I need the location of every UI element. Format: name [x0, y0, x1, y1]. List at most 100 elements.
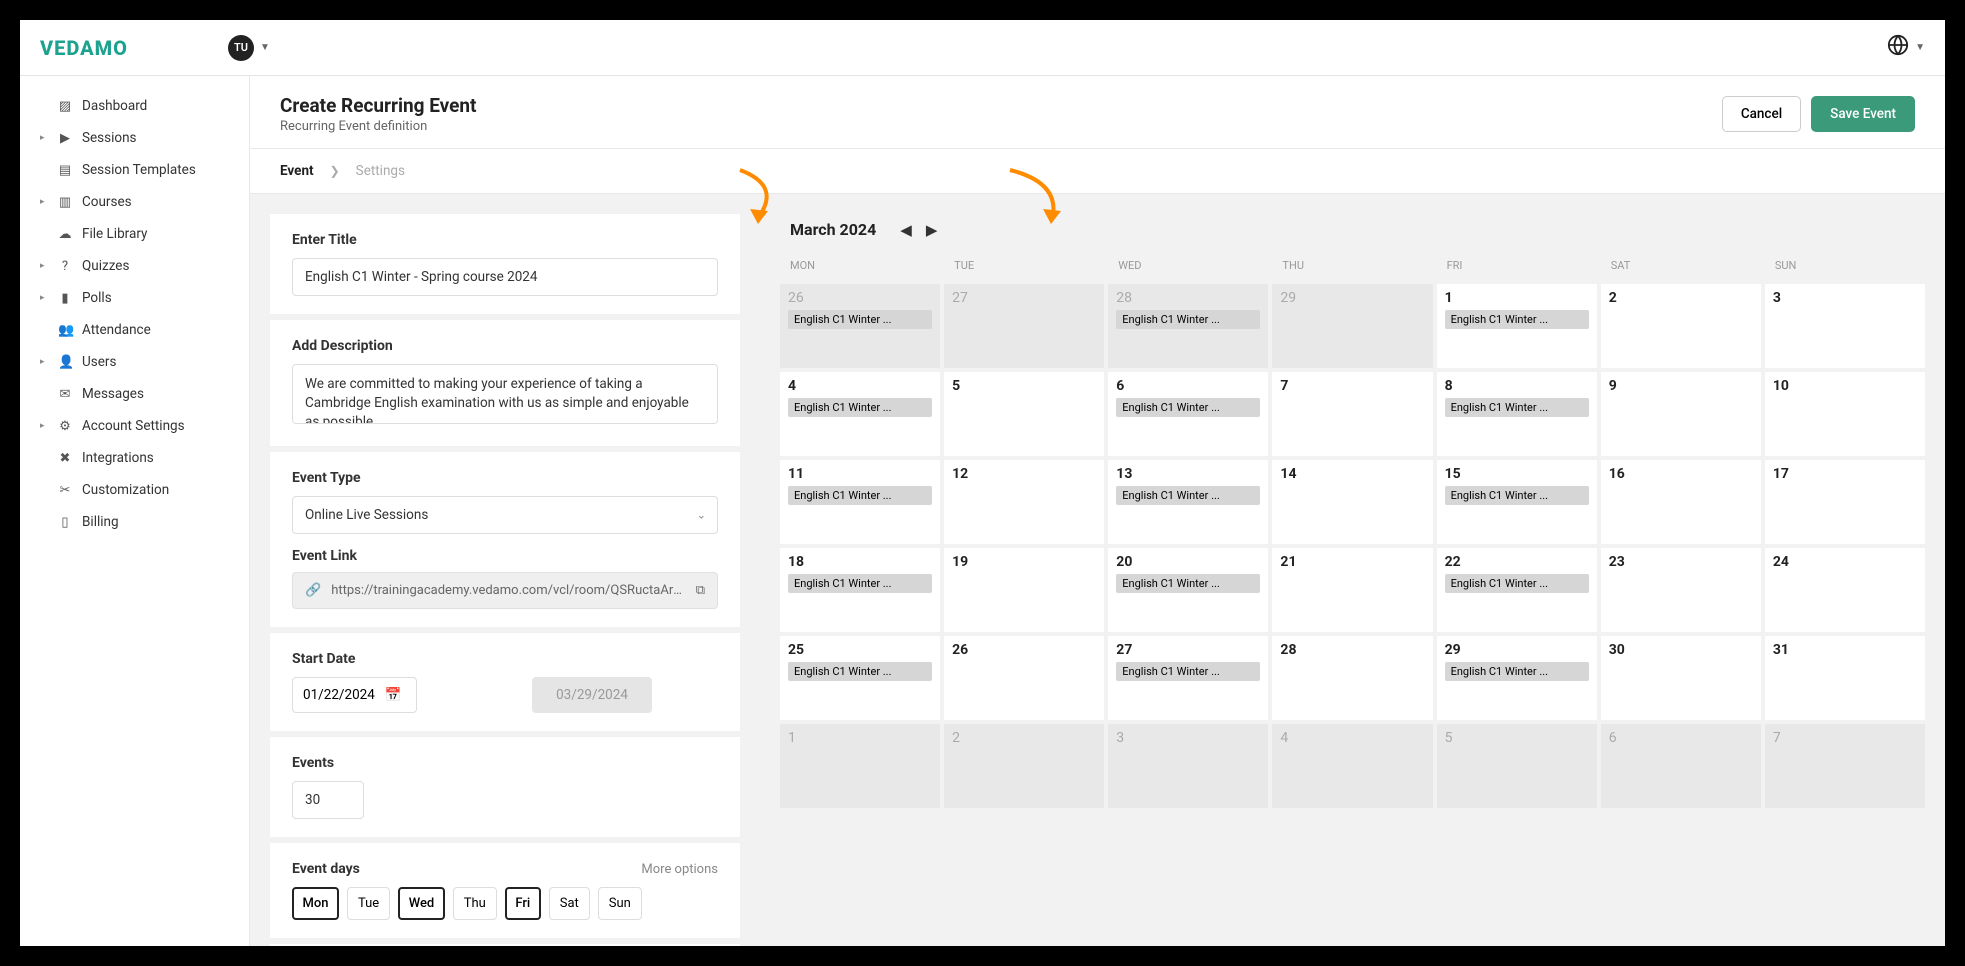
- calendar-cell[interactable]: 26English C1 Winter ...: [780, 284, 940, 368]
- sidebar-item-messages[interactable]: ✉Messages: [20, 378, 249, 410]
- calendar-cell[interactable]: 21: [1272, 548, 1432, 632]
- calendar-event-chip[interactable]: English C1 Winter ...: [1116, 398, 1260, 417]
- day-chip-fri[interactable]: Fri: [505, 887, 541, 920]
- calendar-cell[interactable]: 19: [944, 548, 1104, 632]
- sidebar-item-session-templates[interactable]: ▤Session Templates: [20, 154, 249, 186]
- day-chip-wed[interactable]: Wed: [398, 887, 445, 920]
- calendar-day-number: 20: [1116, 554, 1260, 570]
- sidebar-item-file-library[interactable]: ☁File Library: [20, 218, 249, 250]
- calendar-cell[interactable]: 13 English C1 Winter ...: [1108, 460, 1268, 544]
- calendar-day-number: 13: [1116, 466, 1260, 482]
- calendar-cell[interactable]: 12: [944, 460, 1104, 544]
- calendar-cell[interactable]: 18English C1 Winter ...: [780, 548, 940, 632]
- copy-icon[interactable]: ⧉: [696, 583, 705, 598]
- title-input[interactable]: [292, 258, 718, 296]
- chevron-right-icon: ▸: [40, 133, 48, 143]
- sidebar-item-courses[interactable]: ▸▥Courses: [20, 186, 249, 218]
- calendar-cell[interactable]: 29English C1 Winter ...: [1437, 636, 1597, 720]
- calendar-cell[interactable]: 16: [1601, 460, 1761, 544]
- calendar-cell[interactable]: 20 English C1 Winter ...: [1108, 548, 1268, 632]
- cancel-button[interactable]: Cancel: [1722, 96, 1801, 132]
- calendar-day-header: WED: [1108, 251, 1268, 280]
- sidebar-item-billing[interactable]: ▯Billing: [20, 506, 249, 538]
- calendar-cell[interactable]: 2: [944, 724, 1104, 808]
- calendar-event-chip[interactable]: English C1 Winter ...: [1445, 662, 1589, 681]
- calendar-event-chip[interactable]: English C1 Winter ...: [788, 310, 932, 329]
- breadcrumb-settings[interactable]: Settings: [356, 163, 405, 179]
- calendar-event-chip[interactable]: English C1 Winter ...: [1116, 574, 1260, 593]
- sidebar-item-integrations[interactable]: ✖Integrations: [20, 442, 249, 474]
- calendar-cell[interactable]: 4English C1 Winter ...: [780, 372, 940, 456]
- calendar-cell[interactable]: 11English C1 Winter ...: [780, 460, 940, 544]
- sidebar-item-label: Messages: [82, 386, 144, 402]
- calendar-cell[interactable]: 1: [780, 724, 940, 808]
- sidebar-item-polls[interactable]: ▸▮Polls: [20, 282, 249, 314]
- calendar-cell[interactable]: 8English C1 Winter ...: [1437, 372, 1597, 456]
- day-chip-thu[interactable]: Thu: [453, 887, 497, 920]
- calendar-cell[interactable]: 27: [944, 284, 1104, 368]
- calendar-event-chip[interactable]: English C1 Winter ...: [788, 486, 932, 505]
- calendar-cell[interactable]: 30: [1601, 636, 1761, 720]
- calendar-cell[interactable]: 2: [1601, 284, 1761, 368]
- calendar-event-chip[interactable]: English C1 Winter ...: [788, 398, 932, 417]
- calendar-event-chip[interactable]: English C1 Winter ...: [1445, 310, 1589, 329]
- day-chip-sun[interactable]: Sun: [598, 887, 642, 920]
- calendar-cell[interactable]: 29: [1272, 284, 1432, 368]
- calendar-cell[interactable]: 28English C1 Winter ...: [1108, 284, 1268, 368]
- calendar-cell[interactable]: 9: [1601, 372, 1761, 456]
- calendar-cell[interactable]: 1English C1 Winter ...: [1437, 284, 1597, 368]
- calendar-cell[interactable]: 31: [1765, 636, 1925, 720]
- breadcrumb-event[interactable]: Event: [280, 163, 314, 179]
- sidebar-item-account-settings[interactable]: ▸⚙Account Settings: [20, 410, 249, 442]
- calendar-cell[interactable]: 7: [1765, 724, 1925, 808]
- calendar-cell[interactable]: 5: [1437, 724, 1597, 808]
- user-menu[interactable]: TU ▼: [228, 35, 270, 61]
- calendar-cell[interactable]: 17: [1765, 460, 1925, 544]
- more-options-days-link[interactable]: More options: [641, 862, 718, 877]
- language-menu[interactable]: ▼: [1887, 34, 1925, 61]
- calendar-cell[interactable]: 25English C1 Winter ...: [780, 636, 940, 720]
- calendar-month-label: March 2024: [790, 220, 876, 239]
- calendar-cell[interactable]: 6English C1 Winter ...: [1108, 372, 1268, 456]
- calendar-cell[interactable]: 5: [944, 372, 1104, 456]
- day-chip-sat[interactable]: Sat: [549, 887, 590, 920]
- calendar-cell[interactable]: 22English C1 Winter ...: [1437, 548, 1597, 632]
- calendar-next-button[interactable]: ▶: [926, 221, 938, 239]
- day-chip-mon[interactable]: Mon: [292, 887, 339, 920]
- calendar-cell[interactable]: 14: [1272, 460, 1432, 544]
- calendar-cell[interactable]: 23: [1601, 548, 1761, 632]
- calendar-event-chip[interactable]: English C1 Winter ...: [1445, 486, 1589, 505]
- calendar-event-chip[interactable]: English C1 Winter ...: [1116, 310, 1260, 329]
- sidebar-item-sessions[interactable]: ▸▶Sessions: [20, 122, 249, 154]
- calendar-event-chip[interactable]: English C1 Winter ...: [1116, 662, 1260, 681]
- start-date-input[interactable]: 01/22/2024 📅: [292, 677, 417, 713]
- calendar-cell[interactable]: 4: [1272, 724, 1432, 808]
- calendar-event-chip[interactable]: English C1 Winter ...: [1445, 574, 1589, 593]
- calendar-cell[interactable]: 26: [944, 636, 1104, 720]
- calendar-prev-button[interactable]: ◀: [900, 221, 912, 239]
- calendar-cell[interactable]: 6: [1601, 724, 1761, 808]
- sidebar-item-users[interactable]: ▸👤Users: [20, 346, 249, 378]
- calendar-cell[interactable]: 10: [1765, 372, 1925, 456]
- sidebar-item-quizzes[interactable]: ▸?Quizzes: [20, 250, 249, 282]
- save-event-button[interactable]: Save Event: [1811, 96, 1915, 132]
- calendar-event-chip[interactable]: English C1 Winter ...: [1445, 398, 1589, 417]
- sidebar-item-dashboard[interactable]: ▨Dashboard: [20, 90, 249, 122]
- calendar-cell[interactable]: 15English C1 Winter ...: [1437, 460, 1597, 544]
- calendar-event-chip[interactable]: English C1 Winter ...: [1116, 486, 1260, 505]
- events-count-input[interactable]: [292, 781, 364, 819]
- calendar-cell[interactable]: 24: [1765, 548, 1925, 632]
- calendar-event-chip[interactable]: English C1 Winter ...: [788, 574, 932, 593]
- description-input[interactable]: [292, 364, 718, 424]
- calendar-cell[interactable]: 7: [1272, 372, 1432, 456]
- sidebar-item-customization[interactable]: ✂Customization: [20, 474, 249, 506]
- day-chip-tue[interactable]: Tue: [347, 887, 390, 920]
- event-type-select[interactable]: [292, 496, 718, 534]
- calendar-cell[interactable]: 3: [1108, 724, 1268, 808]
- calendar-event-chip[interactable]: English C1 Winter ...: [788, 662, 932, 681]
- sidebar-item-attendance[interactable]: 👥Attendance: [20, 314, 249, 346]
- calendar-cell[interactable]: 28: [1272, 636, 1432, 720]
- calendar-cell[interactable]: 27English C1 Winter ...: [1108, 636, 1268, 720]
- calendar-cell[interactable]: 3: [1765, 284, 1925, 368]
- calendar-day-number: 30: [1609, 642, 1753, 658]
